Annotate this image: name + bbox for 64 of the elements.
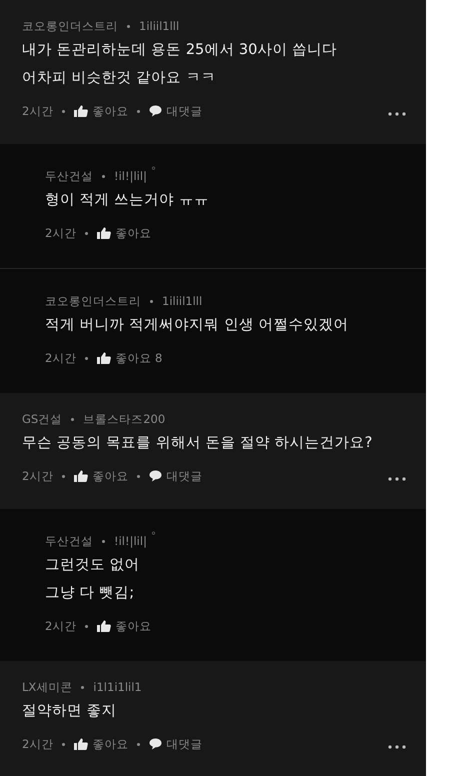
badge-mark: °	[150, 166, 156, 177]
comment-text: 형이 적게 쓰는거야 ㅠㅠ	[45, 191, 210, 210]
comment-time: 2시간	[22, 468, 54, 484]
separator-dot-icon	[85, 232, 88, 234]
thumbs-up-icon[interactable]	[97, 620, 112, 632]
thumbs-up-icon[interactable]	[74, 738, 88, 750]
thumbs-up-icon[interactable]	[97, 227, 112, 239]
user-handle: 1iliil1lll	[162, 294, 202, 308]
comment-time: 2시간	[22, 736, 54, 752]
separator-dot-icon	[62, 110, 66, 112]
separator-dot-icon	[137, 474, 140, 478]
author-name: 두산건설	[45, 534, 93, 548]
user-handle: !il!|lil|	[114, 534, 147, 548]
comment-time: 2시간	[22, 104, 54, 118]
speech-bubble-icon[interactable]	[149, 105, 162, 117]
comment-time: 2시간	[45, 350, 76, 366]
thumbs-up-icon[interactable]	[74, 470, 88, 482]
comment-text: 그런것도 없어	[45, 556, 141, 575]
separator-dot-icon	[85, 356, 88, 360]
like-button[interactable]: 좋아요	[92, 468, 128, 484]
separator-dot-icon	[71, 418, 74, 420]
separator-dot-icon	[102, 174, 105, 178]
comment-text: 그냥 다 뺏김;	[45, 584, 136, 603]
thumbs-up-icon[interactable]	[97, 352, 112, 364]
like-button[interactable]: 좋아요 8	[115, 350, 162, 366]
like-button[interactable]: 좋아요	[92, 736, 128, 752]
author-name: 코오롱인더스트리	[45, 294, 141, 308]
badge-mark: °	[150, 531, 156, 542]
reply-button[interactable]: 대댓글	[166, 104, 202, 118]
user-handle: 브롤스타즈200	[83, 412, 166, 426]
separator-dot-icon	[137, 110, 140, 112]
comment-text: 어차피 비슷한것 같아요 ㅋㅋ	[22, 69, 217, 88]
more-icon[interactable]	[388, 745, 406, 749]
comment-text: 무슨 공동의 목표를 위해서 돈을 절약 하시는건가요?	[22, 434, 374, 453]
comment-time: 2시간	[45, 226, 76, 240]
user-handle: !il!|lil|	[114, 169, 147, 183]
speech-bubble-icon[interactable]	[149, 738, 162, 750]
reply-button[interactable]: 대댓글	[166, 468, 202, 484]
comment-text: 적게 버니까 적게써야지뭐 인생 어쩔수있겠어	[45, 316, 350, 335]
like-button[interactable]: 좋아요	[115, 226, 152, 240]
comment-text: 내가 돈관리하눈데 용돈 25에서 30사이 씁니다	[22, 41, 338, 60]
author-name: GS건설	[22, 412, 62, 426]
comment-time: 2시간	[45, 618, 76, 634]
thumbs-up-icon[interactable]	[74, 105, 88, 117]
speech-bubble-icon[interactable]	[149, 470, 162, 482]
separator-dot-icon	[62, 474, 66, 478]
user-handle: 1iliil1lll	[139, 19, 180, 33]
more-icon[interactable]	[388, 477, 406, 481]
like-button[interactable]: 좋아요	[92, 104, 128, 118]
separator-dot-icon	[150, 300, 153, 302]
separator-dot-icon	[102, 540, 105, 542]
author-name: 두산건설	[45, 168, 93, 184]
comment-text: 절약하면 좋지	[22, 702, 118, 721]
separator-dot-icon	[85, 624, 88, 628]
more-icon[interactable]	[388, 112, 406, 116]
like-button[interactable]: 좋아요	[115, 618, 152, 634]
separator-dot-icon	[127, 24, 130, 28]
separator-dot-icon	[137, 742, 140, 746]
separator-dot-icon	[81, 686, 84, 688]
author-name: LX세미콘	[22, 680, 72, 694]
reply-button[interactable]: 대댓글	[166, 736, 202, 752]
separator-dot-icon	[62, 742, 66, 746]
author-name: 코오롱인더스트리	[22, 18, 118, 34]
user-handle: i1l1i1lil1	[93, 680, 142, 694]
